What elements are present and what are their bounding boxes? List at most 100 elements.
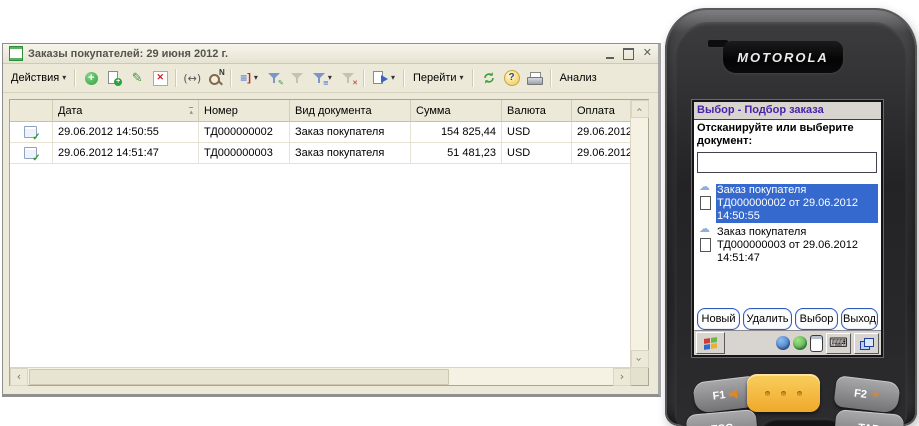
cell-doctype: Заказ покупателя bbox=[290, 143, 411, 164]
delete-button[interactable]: ✕ bbox=[150, 68, 170, 88]
cell-doctype: Заказ покупателя bbox=[290, 122, 411, 143]
output-arrow-icon bbox=[373, 71, 388, 85]
filter-clear-button-disabled: ✕ bbox=[338, 68, 358, 88]
analysis-label: Анализ bbox=[560, 72, 597, 84]
scan-key[interactable] bbox=[747, 374, 820, 412]
scroll-down-button[interactable]: › bbox=[631, 350, 649, 368]
barcode-input[interactable] bbox=[697, 152, 877, 173]
scan-key-dot bbox=[797, 391, 802, 396]
scrollbar-thumb[interactable] bbox=[29, 369, 449, 385]
add-button[interactable]: + bbox=[81, 68, 101, 88]
column-header-doctype[interactable]: Вид документа bbox=[290, 100, 411, 122]
list-item-label: Заказ покупателя ТД000000003 от 29.06.20… bbox=[716, 226, 878, 265]
exit-button[interactable]: Выход bbox=[841, 308, 878, 330]
scanner-status-icon[interactable] bbox=[810, 335, 823, 352]
window-controls: ✕ bbox=[606, 48, 652, 60]
task-switcher-button[interactable] bbox=[854, 333, 879, 354]
page-icon bbox=[700, 196, 711, 210]
window-titlebar[interactable]: Заказы покупателей: 29 июня 2012 г. ✕ bbox=[3, 44, 658, 64]
column-header-currency[interactable]: Валюта bbox=[502, 100, 572, 122]
horizontal-scrollbar[interactable]: ‹ › bbox=[10, 367, 631, 385]
copy-button[interactable]: + bbox=[104, 68, 124, 88]
minimize-button[interactable] bbox=[606, 48, 614, 59]
column-header-sum[interactable]: Сумма bbox=[411, 100, 502, 122]
refresh-icon bbox=[482, 71, 496, 85]
cell-sum: 154 825,44 bbox=[411, 122, 502, 143]
edit-button[interactable]: ✎ bbox=[127, 68, 147, 88]
help-button[interactable]: ? bbox=[502, 68, 522, 88]
cloud-icon: ☁ bbox=[699, 222, 710, 235]
center-navigation-key[interactable] bbox=[759, 418, 845, 426]
scroll-left-button[interactable]: ‹ bbox=[10, 368, 28, 386]
network-status-icon[interactable] bbox=[793, 336, 807, 350]
maximize-button[interactable] bbox=[623, 48, 634, 60]
toolbar-separator bbox=[472, 69, 474, 87]
toolbar-separator bbox=[403, 69, 405, 87]
list-settings-icon: ≡] bbox=[240, 72, 251, 84]
find-by-number-button[interactable]: N bbox=[205, 68, 225, 88]
cloud-icon: ☁ bbox=[699, 180, 710, 193]
goto-menu-button[interactable]: Перейти ▾ bbox=[410, 70, 467, 86]
screen-titlebar: Выбор - Подбор заказа bbox=[694, 102, 881, 120]
vertical-scrollbar[interactable]: › › bbox=[630, 100, 648, 368]
table-row[interactable]: ✓ 29.06.2012 14:51:47 ТД000000003 Заказ … bbox=[10, 143, 631, 164]
select-button[interactable]: Выбор bbox=[795, 308, 838, 330]
windows-stack-icon bbox=[860, 338, 873, 349]
toolbar-separator bbox=[175, 69, 177, 87]
posted-document-icon: ✓ bbox=[24, 126, 39, 139]
speaker-icon bbox=[729, 388, 740, 399]
table-row[interactable]: ✓ 29.06.2012 14:50:55 ТД000000002 Заказ … bbox=[10, 122, 631, 143]
new-button[interactable]: Новый bbox=[697, 308, 740, 330]
start-button[interactable] bbox=[696, 332, 725, 354]
filter-history-button[interactable]: ≡ ▾ bbox=[310, 70, 335, 86]
goto-label: Перейти bbox=[413, 72, 457, 84]
output-list-button[interactable]: ▾ bbox=[370, 69, 398, 87]
column-header-number[interactable]: Номер bbox=[199, 100, 290, 122]
cell-currency: USD bbox=[502, 143, 572, 164]
analysis-button[interactable]: Анализ bbox=[557, 70, 600, 86]
scroll-up-button[interactable]: › bbox=[631, 100, 649, 118]
filter-settings-button[interactable]: ✎ bbox=[264, 68, 284, 88]
column-header-payment[interactable]: Оплата bbox=[572, 100, 631, 122]
cell-date: 29.06.2012 14:50:55 bbox=[53, 122, 199, 143]
screen-button-bar: Новый Удалить Выбор Выход bbox=[697, 308, 878, 330]
list-settings-button[interactable]: ≡] ▾ bbox=[237, 70, 261, 86]
toolbar: Действия ▾ + + ✎ ✕ (↔) N ≡] ▾ ✎ ≡ ▾ ✕ bbox=[3, 64, 658, 93]
filter-edit-icon: ✎ bbox=[268, 72, 280, 84]
windows-flag-icon bbox=[704, 337, 717, 350]
column-header-icon[interactable] bbox=[10, 100, 53, 122]
print-button[interactable] bbox=[525, 68, 545, 88]
input-panel-button[interactable]: ⌨ bbox=[826, 333, 851, 354]
close-button[interactable]: ✕ bbox=[643, 48, 652, 59]
column-width-button[interactable]: (↔) bbox=[182, 68, 202, 88]
edit-pencil-icon: ✎ bbox=[132, 72, 143, 85]
dropdown-arrow-icon: ▾ bbox=[391, 74, 395, 82]
list-item[interactable]: ☁ Заказ покупателя ТД000000002 от 29.06.… bbox=[697, 184, 878, 223]
list-item[interactable]: ☁ Заказ покупателя ТД000000003 от 29.06.… bbox=[697, 226, 878, 265]
brand-band: MOTOROLA bbox=[723, 41, 843, 73]
help-icon: ? bbox=[504, 70, 520, 86]
toolbar-separator bbox=[230, 69, 232, 87]
dropdown-arrow-icon: ▾ bbox=[254, 74, 258, 82]
page-icon bbox=[700, 238, 711, 252]
dropdown-arrow-icon: ▾ bbox=[62, 74, 66, 82]
motorola-terminal: MOTOROLA Выбор - Подбор заказа Отсканиру… bbox=[665, 8, 917, 426]
sync-status-icon[interactable] bbox=[776, 336, 790, 350]
chevron-up-icon: › bbox=[634, 107, 645, 111]
delete-button[interactable]: Удалить bbox=[743, 308, 792, 330]
add-icon: + bbox=[85, 72, 98, 85]
orders-window: Заказы покупателей: 29 июня 2012 г. ✕ Де… bbox=[2, 43, 661, 397]
sort-asc-icon: ▴ bbox=[189, 107, 193, 115]
cell-sum: 51 481,23 bbox=[411, 143, 502, 164]
chevron-down-icon: › bbox=[634, 357, 645, 361]
screenshot-root: Заказы покупателей: 29 июня 2012 г. ✕ Де… bbox=[0, 0, 919, 426]
filter-apply-button-disabled bbox=[287, 68, 307, 88]
resize-icon: (↔) bbox=[183, 72, 201, 85]
column-header-date[interactable]: Дата ▴ bbox=[53, 100, 199, 122]
window-title: Заказы покупателей: 29 июня 2012 г. bbox=[28, 48, 228, 60]
refresh-button[interactable] bbox=[479, 68, 499, 88]
toolbar-separator bbox=[74, 69, 76, 87]
scroll-right-button[interactable]: › bbox=[613, 368, 631, 386]
delete-x-icon: ✕ bbox=[153, 71, 168, 86]
actions-menu-button[interactable]: Действия ▾ bbox=[8, 70, 69, 86]
